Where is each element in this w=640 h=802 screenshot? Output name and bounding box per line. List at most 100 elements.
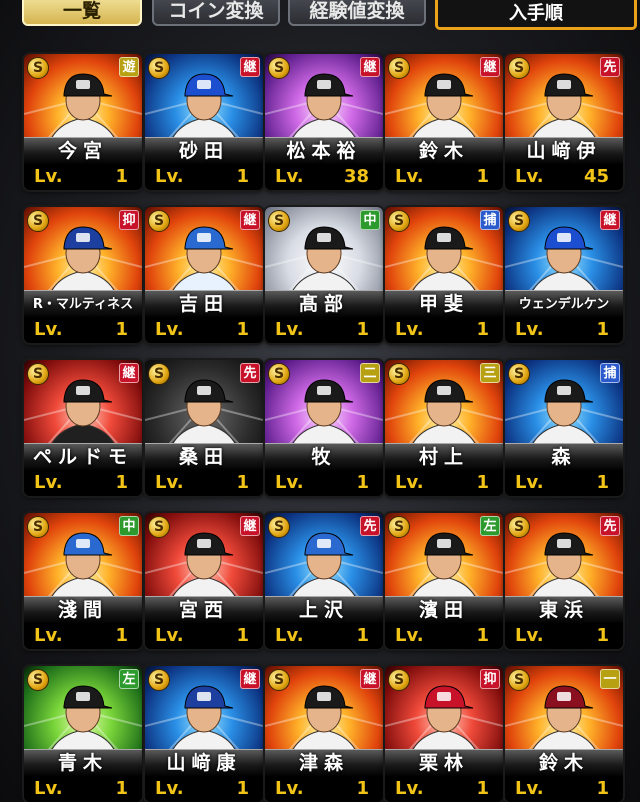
level-row: Lv. 1 <box>24 164 142 190</box>
level-row: Lv. 1 <box>265 776 383 802</box>
player-card[interactable]: S 遊今宮 Lv. 1 <box>24 54 142 190</box>
player-card[interactable]: S 継吉田 Lv. 1 <box>145 207 263 343</box>
position-badge: 先 <box>600 516 620 536</box>
coin-icon: S <box>268 516 290 538</box>
level-row: Lv. 1 <box>385 470 503 496</box>
player-card[interactable]: S 継ウェンデルケン Lv. 1 <box>505 207 623 343</box>
level-prefix: Lv. <box>275 319 304 340</box>
player-name: 宮西 <box>145 596 263 625</box>
player-card[interactable]: S 継ペルドモ Lv. 1 <box>24 360 142 496</box>
position-badge: 一 <box>600 669 620 689</box>
player-card[interactable]: S 左濱田 Lv. 1 <box>385 513 503 649</box>
player-card[interactable]: S 継津森 Lv. 1 <box>265 666 383 802</box>
player-name: 今宮 <box>24 137 142 166</box>
level-value: 1 <box>236 778 249 799</box>
level-row: Lv. 1 <box>145 164 263 190</box>
level-row: Lv. 38 <box>265 164 383 190</box>
player-name: 松本裕 <box>265 137 383 166</box>
player-card[interactable]: S 一鈴木 Lv. 1 <box>505 666 623 802</box>
player-card[interactable]: S 中髙部 Lv. 1 <box>265 207 383 343</box>
player-name: 吉田 <box>145 290 263 319</box>
player-card[interactable]: S 継山﨑康 Lv. 1 <box>145 666 263 802</box>
level-value: 1 <box>236 625 249 646</box>
level-prefix: Lv. <box>395 625 424 646</box>
player-card[interactable]: S 先東浜 Lv. 1 <box>505 513 623 649</box>
level-value: 1 <box>115 166 128 187</box>
player-name: 鈴木 <box>385 137 503 166</box>
player-card[interactable]: S 継松本裕 Lv. 38 <box>265 54 383 190</box>
position-badge: 二 <box>360 363 380 383</box>
coin-icon: S <box>508 516 530 538</box>
player-card[interactable]: S 左青木 Lv. 1 <box>24 666 142 802</box>
level-row: Lv. 1 <box>145 317 263 343</box>
player-card[interactable]: S 継宮西 Lv. 1 <box>145 513 263 649</box>
level-row: Lv. 1 <box>505 317 623 343</box>
player-name: 淺間 <box>24 596 142 625</box>
level-prefix: Lv. <box>34 472 63 493</box>
level-value: 1 <box>356 625 369 646</box>
player-name: 山﨑伊 <box>505 137 623 166</box>
level-value: 1 <box>115 319 128 340</box>
coin-icon: S <box>388 669 410 691</box>
position-badge: 継 <box>360 57 380 77</box>
level-prefix: Lv. <box>275 166 304 187</box>
coin-icon: S <box>268 669 290 691</box>
level-row: Lv. 1 <box>265 317 383 343</box>
coin-icon: S <box>388 210 410 232</box>
coin-icon: S <box>148 210 170 232</box>
player-card[interactable]: S 抑 R・マルティネス Lv. 1 <box>24 207 142 343</box>
coin-icon: S <box>148 669 170 691</box>
player-card[interactable]: S 先上沢 Lv. 1 <box>265 513 383 649</box>
position-badge: 抑 <box>480 669 500 689</box>
level-row: Lv. 1 <box>145 776 263 802</box>
position-badge: 先 <box>600 57 620 77</box>
coin-icon: S <box>388 57 410 79</box>
player-card[interactable]: S 捕甲斐 Lv. 1 <box>385 207 503 343</box>
level-value: 1 <box>115 472 128 493</box>
player-card[interactable]: S 先桑田 Lv. 1 <box>145 360 263 496</box>
player-name: 上沢 <box>265 596 383 625</box>
player-card[interactable]: S 捕森 Lv. 1 <box>505 360 623 496</box>
level-prefix: Lv. <box>34 778 63 799</box>
player-name: 森 <box>505 443 623 472</box>
player-card[interactable]: S 継砂田 Lv. 1 <box>145 54 263 190</box>
level-prefix: Lv. <box>395 778 424 799</box>
player-card[interactable]: S 三村上 Lv. 1 <box>385 360 503 496</box>
level-row: Lv. 1 <box>385 623 503 649</box>
player-name: 村上 <box>385 443 503 472</box>
player-name: R・マルティネス <box>24 290 142 319</box>
player-card[interactable]: S 抑栗林 Lv. 1 <box>385 666 503 802</box>
position-badge: 遊 <box>119 57 139 77</box>
coin-icon: S <box>268 363 290 385</box>
coin-icon: S <box>27 57 49 79</box>
player-card[interactable]: S 中淺間 Lv. 1 <box>24 513 142 649</box>
level-prefix: Lv. <box>155 625 184 646</box>
player-name: 津森 <box>265 749 383 778</box>
player-name: 栗林 <box>385 749 503 778</box>
player-name: 東浜 <box>505 596 623 625</box>
level-value: 1 <box>236 166 249 187</box>
level-row: Lv. 1 <box>145 470 263 496</box>
player-card[interactable]: S 先山﨑伊 Lv. 45 <box>505 54 623 190</box>
player-name: 桑田 <box>145 443 263 472</box>
position-badge: 継 <box>240 669 260 689</box>
level-value: 1 <box>476 319 489 340</box>
level-prefix: Lv. <box>395 319 424 340</box>
position-badge: 継 <box>480 57 500 77</box>
coin-icon: S <box>148 57 170 79</box>
position-badge: 捕 <box>600 363 620 383</box>
player-name: 髙部 <box>265 290 383 319</box>
level-value: 1 <box>115 778 128 799</box>
level-value: 1 <box>356 472 369 493</box>
level-value: 1 <box>356 319 369 340</box>
level-value: 1 <box>596 319 609 340</box>
level-row: Lv. 1 <box>24 623 142 649</box>
player-card[interactable]: S 継鈴木 Lv. 1 <box>385 54 503 190</box>
coin-icon: S <box>508 669 530 691</box>
position-badge: 継 <box>360 669 380 689</box>
level-row: Lv. 1 <box>265 470 383 496</box>
level-prefix: Lv. <box>515 166 544 187</box>
level-value: 1 <box>476 166 489 187</box>
position-badge: 継 <box>240 516 260 536</box>
player-card[interactable]: S 二牧 Lv. 1 <box>265 360 383 496</box>
